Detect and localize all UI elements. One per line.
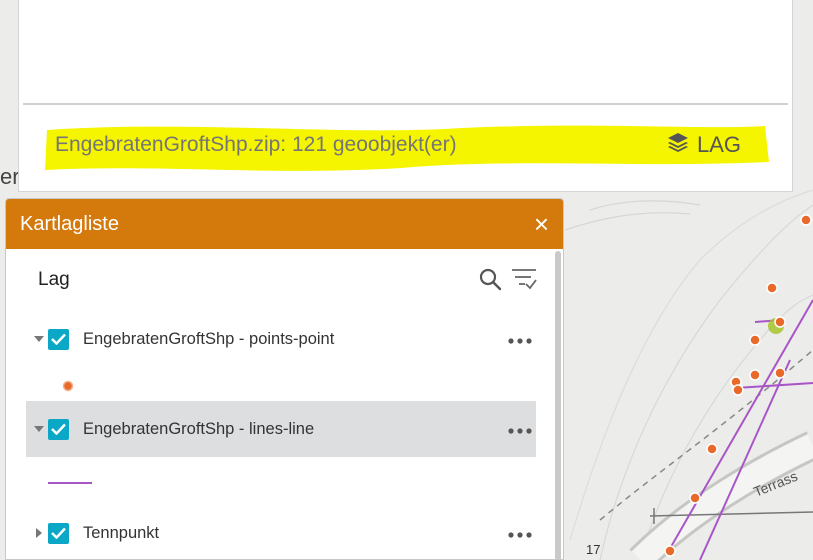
layer-checkbox[interactable] <box>48 522 69 544</box>
point-legend-icon <box>62 380 74 392</box>
close-icon[interactable]: × <box>534 211 549 237</box>
panel-title: Kartlagliste <box>20 212 119 235</box>
layers-link-label: LAG <box>697 131 742 157</box>
line-legend-icon <box>48 482 92 484</box>
import-status-text: EngebratenGroftShp.zip: 121 geoobjekt(er… <box>55 133 457 156</box>
caret-down-icon[interactable] <box>32 425 46 433</box>
contour-label: 17 <box>586 542 600 557</box>
layers-link[interactable]: LAG <box>667 131 741 158</box>
more-options-icon[interactable] <box>508 421 532 439</box>
layer-row-points[interactable]: EngebratenGroftShp - points-point <box>26 311 536 367</box>
caret-down-icon[interactable] <box>32 335 46 343</box>
more-options-icon[interactable] <box>508 331 532 349</box>
divider <box>23 103 788 105</box>
layers-icon <box>667 131 689 158</box>
scrollbar[interactable] <box>555 251 561 559</box>
layer-name: EngebratenGroftShp - points-point <box>83 329 335 348</box>
search-icon[interactable] <box>478 267 502 296</box>
layer-name: Tennpunkt <box>83 523 160 542</box>
layer-checkbox[interactable] <box>48 328 69 350</box>
layer-row-lines[interactable]: EngebratenGroftShp - lines-line <box>26 401 536 457</box>
map-edge-label: er <box>0 164 20 189</box>
filter-list-icon[interactable] <box>511 267 537 296</box>
layer-name: EngebratenGroftShp - lines-line <box>83 419 315 438</box>
caret-right-icon[interactable] <box>32 528 46 538</box>
layer-row-tennpunkt[interactable]: Tennpunkt <box>26 505 536 559</box>
layer-list-panel: Kartlagliste × Lag EngebratenGroftShp - … <box>5 198 564 560</box>
import-result-panel: EngebratenGroftShp.zip: 121 geoobjekt(er… <box>18 0 793 192</box>
section-heading: Lag <box>38 269 70 290</box>
layer-checkbox[interactable] <box>48 418 69 440</box>
panel-header: Kartlagliste × <box>6 199 563 249</box>
more-options-icon[interactable] <box>508 525 532 543</box>
